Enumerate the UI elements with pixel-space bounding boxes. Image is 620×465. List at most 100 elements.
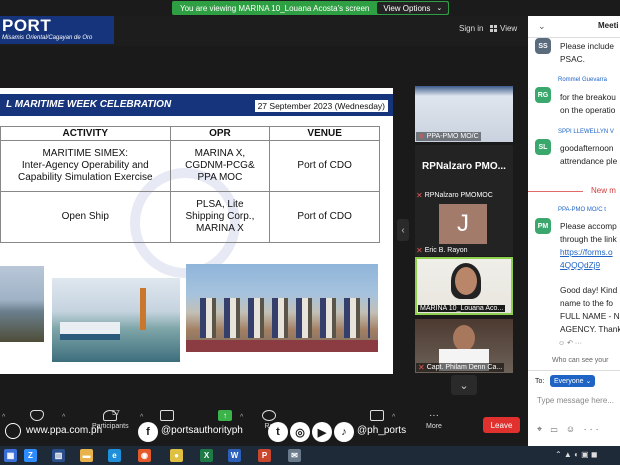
excel-icon[interactable]: X: [200, 449, 213, 462]
participant-tile[interactable]: ✕ Capt. Philam Denn Ca...: [415, 319, 513, 373]
chat-input[interactable]: Type message here...: [537, 396, 614, 405]
chevron-down-icon: ⌄: [459, 379, 469, 392]
muted-mic-icon: ✕: [416, 246, 423, 255]
chrome-icon[interactable]: ●: [170, 449, 183, 462]
message-reaction-icons[interactable]: ☺ ↶ ···: [558, 339, 582, 347]
chat-icon: [160, 410, 174, 421]
powerpoint-icon[interactable]: P: [258, 449, 271, 462]
chat-header: ⌄ Meeti: [528, 16, 620, 38]
photo-ship: [52, 278, 180, 362]
slide-banner: L MARITIME WEEK CELEBRATION 27 September…: [0, 94, 393, 116]
avatar: PM: [535, 218, 551, 234]
chevron-down-icon[interactable]: ⌄: [538, 21, 546, 32]
message-line: FULL NAME - N: [560, 311, 620, 321]
opr-cell: MARINA X, CGDNM-PCG& PPA MOC: [169, 140, 271, 192]
muted-mic-icon: ✕: [416, 191, 423, 200]
message-line: Please include: [560, 41, 614, 51]
recipient-dropdown[interactable]: Everyone ⌄: [550, 375, 596, 387]
avatar: RG: [535, 87, 551, 103]
mail-icon[interactable]: ✉: [288, 449, 301, 462]
caret-up-icon[interactable]: ^: [140, 414, 143, 421]
view-options-button[interactable]: View Options ⌄: [377, 2, 449, 14]
file-explorer-icon[interactable]: ▬: [80, 449, 93, 462]
activity-cell: MARITIME SIMEX: Inter-Agency Operability…: [0, 140, 171, 192]
view-label: View: [500, 24, 518, 33]
opr-line: CGDNM-PCG&: [185, 160, 255, 171]
opr-line: PPA MOC: [197, 172, 243, 183]
caret-up-icon[interactable]: ^: [2, 414, 5, 421]
edge-icon[interactable]: e: [108, 449, 121, 462]
carpet-shape: [186, 340, 378, 352]
caret-up-icon[interactable]: ^: [240, 414, 243, 421]
message-line: for the breakou: [560, 92, 616, 102]
form-link[interactable]: https://forms.o: [560, 246, 620, 259]
word-icon[interactable]: W: [228, 449, 241, 462]
photo-ceremony: [186, 264, 378, 352]
chevron-down-icon: ⌄: [436, 5, 443, 12]
logo-banner: PORT Misamis Oriental/Cagayan de Oro: [0, 16, 114, 44]
new-messages-label: New m: [591, 186, 616, 195]
view-button[interactable]: View: [490, 24, 517, 33]
chat-message: Please accomp through the link https://f…: [560, 220, 620, 336]
caret-up-icon[interactable]: ^: [392, 414, 395, 421]
video-person-face: [455, 267, 477, 295]
facebook-handle: @portsauthorityph: [161, 425, 243, 436]
message-line: PSAC.: [560, 54, 585, 64]
chat-title: Meeti: [598, 21, 619, 30]
video-person-face: [453, 325, 475, 351]
muted-mic-icon: ✕: [418, 363, 425, 372]
people-shape: [200, 298, 370, 338]
viewing-banner: You are viewing MARINA 10_Louana Acosta'…: [172, 1, 450, 15]
participant-name: MARINA 10_Louana Aco...: [420, 305, 504, 312]
to-label: To:: [535, 378, 545, 385]
activity-line: Capability Simulation Exercise: [18, 172, 153, 183]
chat-divider: [528, 370, 620, 371]
firefox-icon[interactable]: ◉: [138, 449, 151, 462]
participant-tile[interactable]: RPNalzaro PMO... ✕ RPNalzaro PMOMOC: [415, 145, 513, 201]
collapse-gallery-button[interactable]: ‹: [397, 219, 409, 241]
header-activity: ACTIVITY: [0, 126, 171, 141]
active-speaker-tile[interactable]: MARINA 10_Louana Aco...: [415, 257, 513, 315]
muted-mic-icon: ✕: [418, 132, 425, 141]
chat-sender: PPA-PMO MO/C t: [558, 207, 606, 213]
opr-cell: PLSA, Lite Shipping Corp., MARINA X: [169, 191, 271, 243]
participant-label: MARINA 10_Louana Aco...: [418, 305, 506, 312]
message-line: goodafternoon: [560, 143, 614, 153]
form-link[interactable]: 4QQQdZj9: [560, 259, 620, 272]
facebook-icon: f: [138, 422, 158, 442]
table-header-row: ACTIVITY OPR VENUE: [0, 126, 380, 141]
start-icon[interactable]: ▦: [4, 449, 17, 462]
participant-label: ✕ Capt. Philam Denn Ca...: [416, 363, 505, 372]
more-dots-icon: ···: [428, 410, 439, 421]
social-overlay: www.ppa.com.ph f @portsauthorityph t ◎ ▶…: [0, 421, 528, 443]
participant-label: ✕ RPNalzaro PMOMOC: [416, 191, 493, 200]
tiktok-icon: ♪: [334, 422, 354, 442]
shared-screen-header: PORT Misamis Oriental/Cagayan de Oro Sig…: [0, 16, 528, 46]
venue-cell: Port of CDO: [269, 191, 380, 243]
message-line: AGENCY. Thank: [560, 324, 620, 334]
system-tray[interactable]: ⌃ ▲ ◐ ▣ ◼: [555, 450, 598, 459]
caret-up-icon[interactable]: ^: [62, 414, 65, 421]
activity-cell: Open Ship: [0, 191, 171, 243]
participant-name: RPNalzaro PMOMOC: [424, 192, 493, 199]
sign-in-link[interactable]: Sign in: [459, 24, 483, 33]
zoom-window: You are viewing MARINA 10_Louana Acosta'…: [0, 0, 620, 465]
crane-shape: [140, 288, 146, 330]
recipient-label: Everyone: [554, 378, 584, 385]
participant-tile[interactable]: ✕ PPA-PMO MO/C: [415, 86, 513, 142]
participant-label: ✕ PPA-PMO MO/C: [416, 132, 481, 141]
table-row: Open Ship PLSA, Lite Shipping Corp., MAR…: [0, 191, 380, 243]
widgets-icon[interactable]: ▥: [52, 449, 65, 462]
activity-line: MARITIME SIMEX:: [42, 148, 129, 159]
who-can-see-link[interactable]: Who can see your: [552, 357, 608, 364]
logo-subtitle: Misamis Oriental/Cagayan de Oro: [2, 35, 93, 41]
gallery-scroll-down-button[interactable]: ⌄: [451, 375, 477, 395]
chat-tools[interactable]: ⌖ ▭ ☺ ···: [537, 424, 602, 435]
grid-view-icon: [490, 25, 497, 32]
header-opr: OPR: [169, 126, 271, 141]
chevron-left-icon: ‹: [401, 224, 405, 236]
participant-tile[interactable]: J ✕ Eric B. Rayon: [415, 200, 513, 256]
message-line: Please accomp: [560, 221, 617, 231]
zoom-app-icon[interactable]: Z: [24, 449, 37, 462]
participants-count: 57: [112, 410, 120, 417]
